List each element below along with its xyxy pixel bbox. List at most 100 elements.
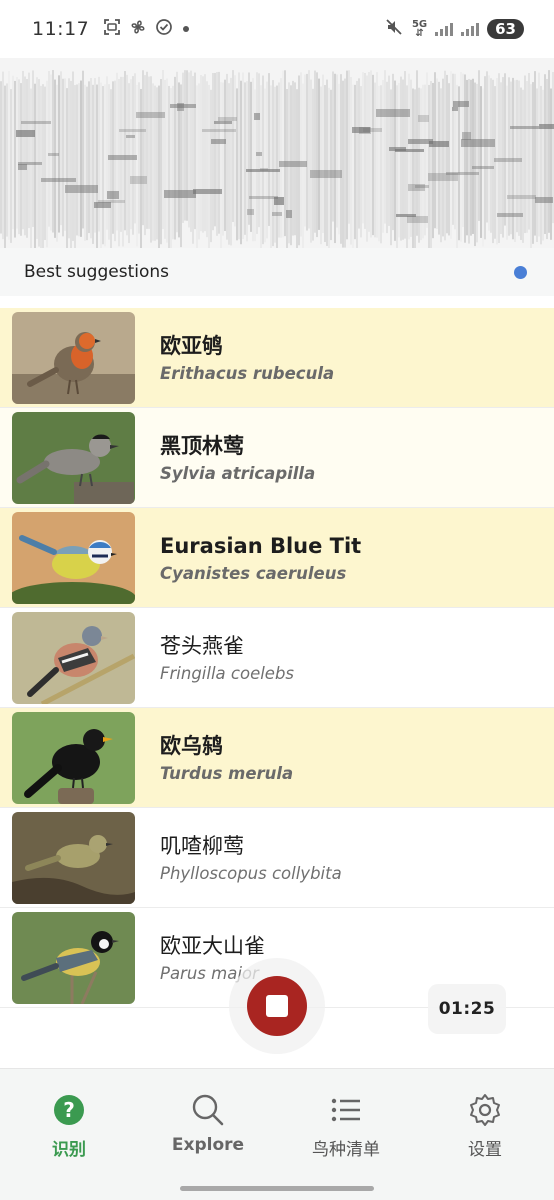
spectrogram-band bbox=[458, 86, 460, 241]
spectrogram-band bbox=[74, 85, 76, 248]
spectrogram-band bbox=[44, 86, 46, 240]
spectrogram-band bbox=[450, 71, 452, 239]
spectrogram-band bbox=[550, 88, 552, 240]
spectrogram-band bbox=[32, 70, 34, 227]
spectrogram-band bbox=[300, 72, 302, 237]
battery-indicator: 63 bbox=[487, 19, 524, 39]
species-row[interactable]: Eurasian Blue Tit Cyanistes caeruleus bbox=[0, 508, 554, 608]
spectrogram-band bbox=[366, 75, 368, 242]
spectrogram-syllable bbox=[18, 164, 27, 170]
spectrogram-band bbox=[434, 72, 436, 229]
stop-recording-button[interactable] bbox=[247, 976, 307, 1036]
robin-photo bbox=[12, 312, 135, 404]
species-names: 苍头燕雀 Fringilla coelebs bbox=[160, 632, 294, 686]
spectrogram-band bbox=[444, 70, 446, 241]
spectrogram-band bbox=[472, 78, 474, 234]
spectrogram-band bbox=[224, 79, 226, 231]
spectrogram-syllable bbox=[256, 152, 262, 156]
spectrogram-band bbox=[548, 70, 550, 233]
spectrogram-band bbox=[538, 72, 540, 237]
spectrogram-band bbox=[188, 72, 190, 228]
spectrogram-band bbox=[428, 84, 430, 248]
spectrogram-band bbox=[168, 85, 170, 248]
network-label: 5G bbox=[411, 19, 428, 30]
spectrogram-syllable bbox=[461, 139, 495, 147]
spectrogram-graph bbox=[0, 70, 554, 248]
species-row[interactable]: 欧乌鸫 Turdus merula bbox=[0, 708, 554, 808]
spectrogram-band bbox=[20, 83, 22, 236]
spectrogram-band bbox=[346, 70, 348, 240]
spectrogram-band bbox=[464, 74, 466, 243]
spectrogram-band bbox=[42, 84, 44, 248]
spectrogram-band bbox=[534, 71, 536, 236]
spectrogram-band bbox=[162, 70, 164, 230]
species-row[interactable]: 叽喳柳莺 Phylloscopus collybita bbox=[0, 808, 554, 908]
spectrogram-band bbox=[384, 70, 386, 224]
spectrogram-band bbox=[330, 89, 332, 241]
spectrogram-band bbox=[370, 70, 372, 238]
chiffchaff-photo bbox=[12, 812, 135, 904]
spectrogram-band bbox=[128, 83, 130, 244]
species-names: Eurasian Blue Tit Cyanistes caeruleus bbox=[160, 532, 361, 586]
spectrogram-band bbox=[286, 89, 288, 248]
spectrogram-band bbox=[416, 70, 418, 236]
spectrogram-band bbox=[306, 73, 308, 231]
blackcap-photo bbox=[12, 412, 135, 504]
spectrogram-band bbox=[46, 80, 48, 248]
spectrogram-band bbox=[66, 88, 68, 248]
species-row[interactable]: 欧亚鸲 Erithacus rubecula bbox=[0, 308, 554, 408]
spectrogram-band bbox=[4, 85, 6, 248]
status-dot bbox=[514, 265, 527, 279]
spectrogram-band bbox=[222, 82, 224, 236]
spectrogram-band bbox=[174, 76, 176, 240]
spectrogram-band bbox=[438, 81, 440, 235]
spectrogram-band bbox=[410, 79, 412, 237]
spectrogram-syllable bbox=[408, 139, 433, 144]
spectrogram-band bbox=[484, 76, 486, 240]
nav-settings[interactable]: 设置 bbox=[425, 1093, 545, 1160]
nav-explore[interactable]: Explore bbox=[148, 1093, 268, 1155]
spectrogram-band bbox=[374, 82, 376, 238]
spectrogram-band bbox=[326, 79, 328, 246]
species-names: 欧乌鸫 Turdus merula bbox=[160, 732, 293, 786]
svg-text:?: ? bbox=[63, 1098, 75, 1122]
home-indicator[interactable] bbox=[180, 1186, 374, 1191]
nav-identify[interactable]: ? 识别 bbox=[9, 1093, 129, 1160]
spectrogram-band bbox=[526, 80, 528, 233]
spectrogram-band bbox=[544, 74, 546, 235]
spectrogram-syllable bbox=[359, 127, 371, 134]
spectrogram-band bbox=[460, 72, 462, 242]
spectrogram-band bbox=[272, 80, 274, 247]
spectrogram-band bbox=[546, 78, 548, 240]
spectrogram-band bbox=[320, 86, 322, 245]
spectrogram-band bbox=[494, 86, 496, 239]
spectrogram-band bbox=[210, 89, 212, 243]
spectrogram-band bbox=[314, 70, 316, 233]
spectrogram-band bbox=[422, 84, 424, 239]
spectrogram-band bbox=[18, 79, 20, 235]
spectrogram-band bbox=[204, 74, 206, 232]
spectrogram-band bbox=[70, 80, 72, 248]
spectrogram-band bbox=[198, 83, 200, 240]
spectrogram-band bbox=[340, 74, 342, 244]
common-name: 欧亚鸲 bbox=[160, 334, 223, 358]
spectrogram-band bbox=[324, 85, 326, 242]
spectrogram-syllable bbox=[254, 113, 260, 120]
species-row[interactable]: 苍头燕雀 Fringilla coelebs bbox=[0, 608, 554, 708]
record-button-container bbox=[229, 958, 325, 1054]
spectrogram-band bbox=[232, 70, 234, 223]
spectrogram-band bbox=[234, 75, 236, 227]
spectrogram-band bbox=[146, 71, 148, 229]
question-circle-icon: ? bbox=[52, 1093, 86, 1127]
spectrogram-band bbox=[230, 77, 232, 246]
spectrogram-band bbox=[354, 84, 356, 240]
spectrogram-syllable bbox=[65, 185, 98, 193]
spectrogram-band bbox=[206, 81, 208, 238]
species-row[interactable]: 黑顶林莺 Sylvia atricapilla bbox=[0, 408, 554, 508]
spectrogram-syllable bbox=[389, 147, 406, 151]
spectrogram-band bbox=[138, 82, 140, 234]
nav-species-list[interactable]: 鸟种清单 bbox=[286, 1093, 406, 1160]
spectrogram-band bbox=[308, 70, 310, 229]
spectrogram-syllable bbox=[535, 197, 553, 203]
suggestions-header: Best suggestions bbox=[0, 248, 554, 296]
